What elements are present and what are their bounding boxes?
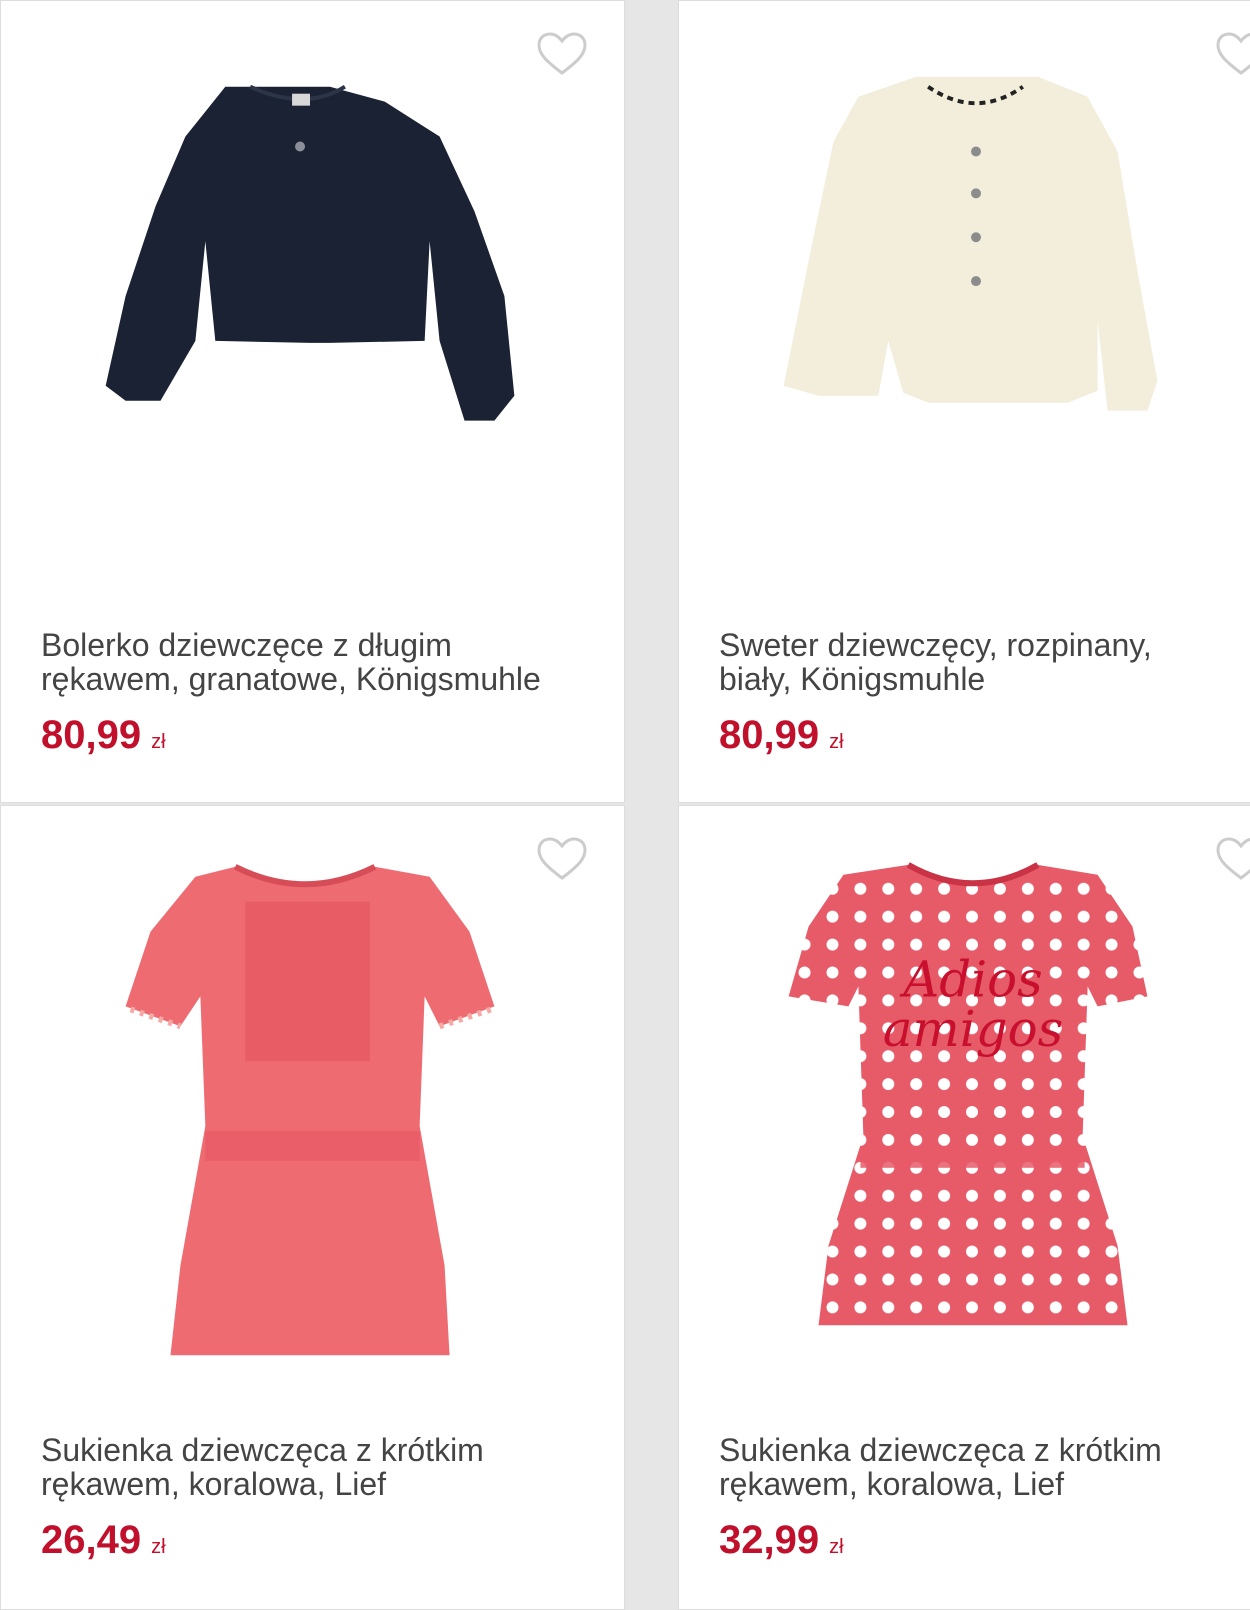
- print-text: amigos: [883, 1000, 1063, 1058]
- product-title-line: biały, Königsmuhle: [719, 661, 986, 697]
- product-card[interactable]: Sweter dziewczęcy, rozpinany, biały, Kön…: [678, 0, 1250, 803]
- product-title[interactable]: Sukienka dziewczęca z krótkim rękawem, k…: [719, 1433, 1250, 1501]
- product-title-line: Bolerko dziewczęce z długim: [41, 627, 452, 663]
- price-value: 80,99: [719, 713, 820, 757]
- product-price: 80,99 zł: [41, 713, 166, 764]
- price-value: 32,99: [719, 1518, 820, 1562]
- price-currency: zł: [829, 1536, 844, 1558]
- price-value: 80,99: [41, 713, 142, 757]
- price-currency: zł: [829, 731, 844, 753]
- product-title-line: Sweter dziewczęcy, rozpinany,: [719, 627, 1152, 663]
- product-card[interactable]: Adios amigos Sukienka dziewczęca z krótk…: [678, 805, 1250, 1610]
- price-currency: zł: [151, 1536, 166, 1558]
- product-title[interactable]: Bolerko dziewczęce z długim rękawem, gra…: [41, 628, 601, 696]
- product-card[interactable]: Sukienka dziewczęca z krótkim rękawem, k…: [0, 805, 625, 1610]
- product-image-navy-bolero[interactable]: [1, 41, 624, 581]
- product-title[interactable]: Sweter dziewczęcy, rozpinany, biały, Kön…: [719, 628, 1250, 696]
- price-currency: zł: [151, 731, 166, 753]
- product-price: 32,99 zł: [719, 1518, 844, 1569]
- price-value: 26,49: [41, 1518, 142, 1562]
- product-title-line: rękawem, koralowa, Lief: [41, 1466, 387, 1502]
- product-card[interactable]: Bolerko dziewczęce z długim rękawem, gra…: [0, 0, 625, 803]
- product-price: 26,49 zł: [41, 1518, 166, 1569]
- product-title-line: Sukienka dziewczęca z krótkim: [41, 1432, 484, 1468]
- product-title-line: Sukienka dziewczęca z krótkim: [719, 1432, 1162, 1468]
- product-image-polka-dot-dress[interactable]: Adios amigos: [679, 846, 1250, 1386]
- product-price: 80,99 zł: [719, 713, 844, 764]
- product-image-cream-sweater[interactable]: [679, 41, 1250, 581]
- product-image-coral-dress[interactable]: [1, 846, 624, 1386]
- product-title[interactable]: Sukienka dziewczęca z krótkim rękawem, k…: [41, 1433, 601, 1501]
- product-title-line: rękawem, granatowe, Königsmuhle: [41, 661, 541, 697]
- product-title-line: rękawem, koralowa, Lief: [719, 1466, 1065, 1502]
